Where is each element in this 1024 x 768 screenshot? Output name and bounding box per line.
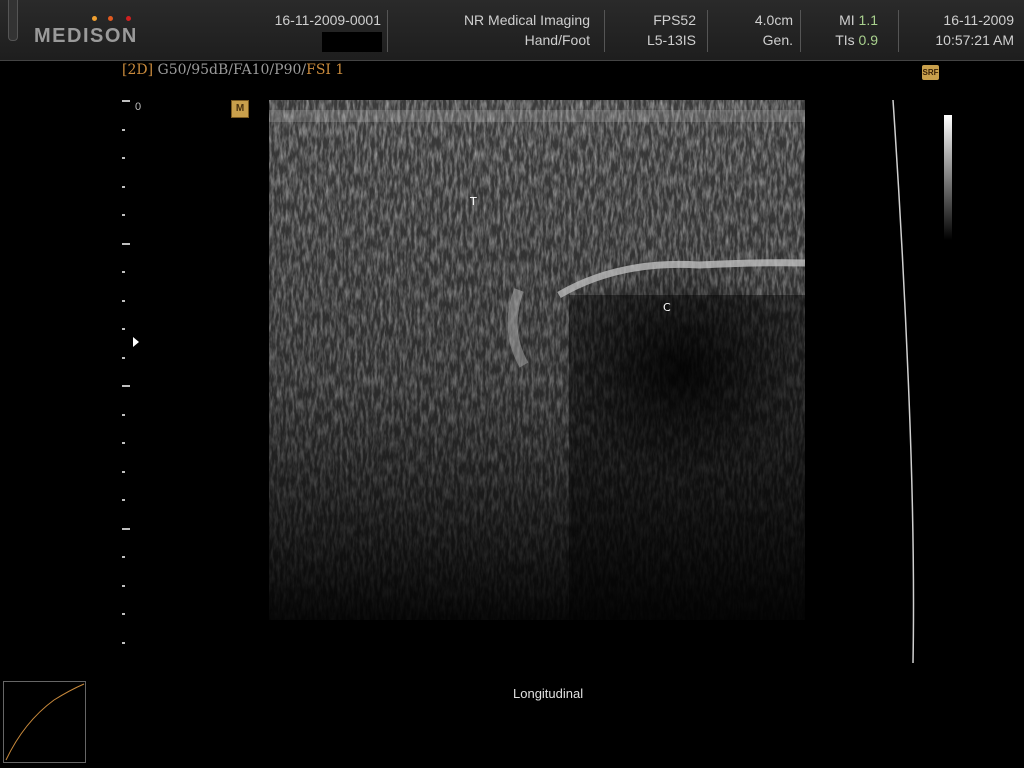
depth-tick (122, 413, 125, 416)
exam-date: 16-11-2009 (943, 12, 1014, 28)
depth-tick (122, 499, 125, 501)
divider (898, 10, 899, 52)
mi-value: 1.1 (858, 12, 878, 28)
scan-depth: 4.0cm (754, 12, 793, 28)
tis-label: TIs (835, 32, 855, 48)
depth-tick (122, 470, 125, 473)
mechanical-index: MI 1.1 (839, 12, 878, 28)
depth-zero-label: 0 (135, 101, 142, 113)
logo-dots (92, 16, 132, 22)
depth-tick (122, 128, 125, 131)
study-type: Hand/Foot (524, 32, 590, 48)
depth-tick (122, 242, 130, 245)
label-c: C (663, 301, 671, 314)
image-caption: Longitudinal (513, 686, 584, 701)
ultrasound-texture (269, 100, 805, 620)
probe-model: L5-13IS (646, 32, 696, 48)
scan-mode: Gen. (762, 32, 793, 48)
fsi-indicator: FSI 1 (306, 62, 345, 78)
gain-params: G50/95dB/FA10/P90/ (157, 62, 307, 78)
redacted-patient-name (322, 32, 382, 52)
ultrasound-image[interactable]: T C (269, 100, 805, 620)
depth-tick (122, 271, 125, 273)
thermal-index: TIs 0.9 (835, 32, 878, 48)
depth-tick (122, 527, 130, 530)
grayscale-bar (944, 115, 952, 240)
depth-tick (122, 100, 130, 102)
tis-value: 0.9 (858, 32, 878, 48)
window-tab-handle[interactable] (8, 0, 18, 41)
post-processing-curve[interactable] (3, 681, 86, 763)
depth-tick (122, 613, 125, 615)
depth-tick (122, 584, 125, 587)
tgc-curve (892, 99, 915, 664)
divider (387, 10, 388, 52)
header-bar: MEDISON 16-11-2009-0001 NR Medical Imagi… (0, 0, 1024, 61)
depth-tick (122, 442, 125, 444)
depth-scale (120, 100, 140, 645)
gamma-curve (5, 683, 85, 761)
depth-tick (122, 299, 125, 302)
imaging-preset: [2D] G50/95dB/FA10/P90/FSI 1 (122, 62, 344, 78)
depth-tick (122, 214, 125, 216)
brand-logo: MEDISON (34, 25, 138, 47)
depth-tick (122, 556, 125, 558)
exam-time: 10:57:21 AM (935, 32, 1014, 48)
mode-indicator: [2D] (122, 62, 154, 78)
mi-label: MI (839, 12, 855, 28)
srf-icon: SRF (922, 65, 939, 80)
institution-name: NR Medical Imaging (463, 12, 590, 28)
divider (604, 10, 605, 52)
divider (707, 10, 708, 52)
label-t: T (470, 195, 477, 208)
depth-tick (122, 328, 125, 330)
depth-tick (122, 641, 125, 644)
patient-id: 16-11-2009-0001 (274, 12, 381, 28)
depth-tick (122, 356, 125, 359)
marker-m-icon: M (231, 100, 249, 118)
depth-tick (122, 185, 125, 188)
divider (800, 10, 801, 52)
focus-marker-icon[interactable] (133, 337, 139, 347)
frame-rate: FPS52 (653, 12, 696, 28)
depth-tick (122, 385, 130, 387)
depth-tick (122, 157, 125, 159)
